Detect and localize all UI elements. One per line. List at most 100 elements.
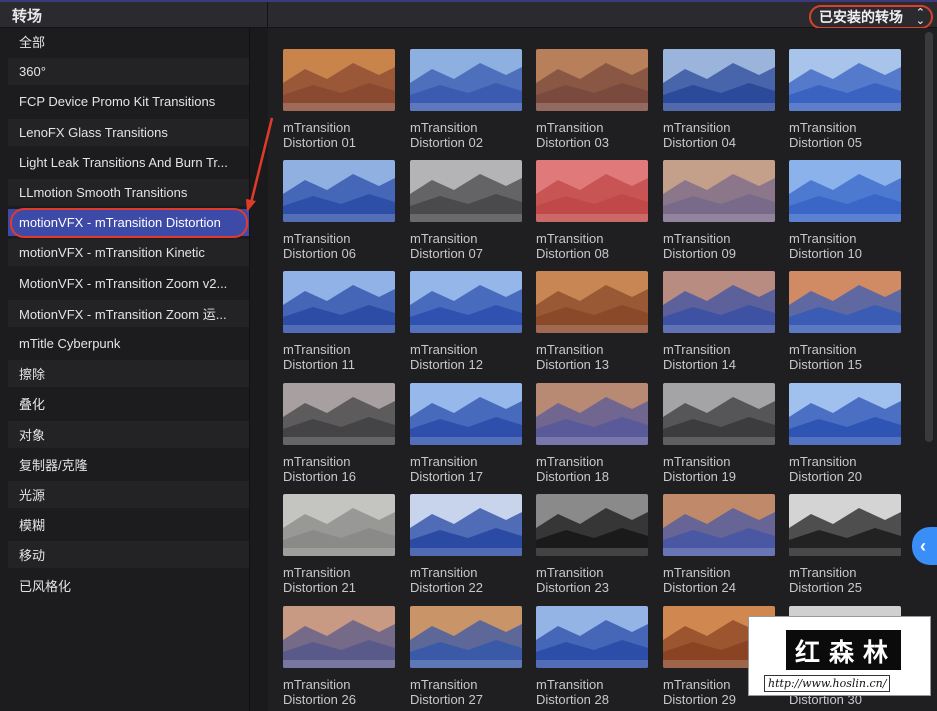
sidebar-item[interactable]: mTitle Cyberpunk <box>8 330 249 357</box>
transition-thumbnail[interactable]: mTransition Distortion 09 <box>663 160 775 261</box>
transition-thumbnail[interactable]: mTransition Distortion 14 <box>663 271 775 372</box>
transition-thumbnail[interactable]: mTransition Distortion 16 <box>283 383 395 484</box>
sidebar-item[interactable]: motionVFX - mTransition Kinetic <box>8 239 249 267</box>
transition-thumbnail[interactable]: mTransition Distortion 20 <box>789 383 901 484</box>
sidebar-item[interactable]: 叠化 <box>8 390 249 417</box>
thumbnail-image <box>410 160 522 222</box>
sidebar-item[interactable]: MotionVFX - mTransition Zoom 运... <box>8 299 249 327</box>
sidebar-item[interactable]: 光源 <box>8 481 249 508</box>
thumbnail-title: mTransition <box>536 120 604 135</box>
thumbnail-title: mTransition <box>410 120 478 135</box>
thumbnail-subtitle: Distortion 27 <box>410 692 483 707</box>
thumbnail-subtitle: Distortion 26 <box>283 692 356 707</box>
transition-thumbnail[interactable]: mTransition Distortion 07 <box>410 160 522 261</box>
thumbnail-image <box>283 49 395 111</box>
thumbnail-image <box>789 49 901 111</box>
sidebar-item[interactable]: 移动 <box>8 541 249 569</box>
thumbnail-subtitle: Distortion 08 <box>536 246 609 261</box>
transition-thumbnail[interactable]: mTransition Distortion 04 <box>663 49 775 150</box>
thumbnail-subtitle: Distortion 21 <box>283 580 356 595</box>
thumbnail-image <box>283 383 395 445</box>
thumbnail-image <box>663 160 775 222</box>
transition-thumbnail[interactable]: mTransition Distortion 12 <box>410 271 522 372</box>
sidebar-item[interactable]: 全部 <box>8 28 249 55</box>
transition-thumbnail[interactable]: mTransition Distortion 13 <box>536 271 648 372</box>
filter-label: 已安装的转场 <box>819 9 903 25</box>
transition-thumbnail[interactable]: mTransition Distortion 19 <box>663 383 775 484</box>
thumbnail-image <box>283 494 395 556</box>
transition-thumbnail[interactable]: mTransition Distortion 05 <box>789 49 901 150</box>
transition-thumbnail[interactable]: mTransition Distortion 25 <box>789 494 901 595</box>
thumbnail-subtitle: Distortion 17 <box>410 469 483 484</box>
thumbnail-title: mTransition <box>283 677 351 692</box>
transition-thumbnail[interactable]: mTransition Distortion 08 <box>536 160 648 261</box>
thumbnail-image <box>283 606 395 668</box>
thumbnail-subtitle: Distortion 18 <box>536 469 609 484</box>
transition-thumbnail[interactable]: mTransition Distortion 03 <box>536 49 648 150</box>
thumbnail-image <box>410 606 522 668</box>
thumbnail-title: mTransition <box>410 677 478 692</box>
thumbnail-title: mTransition <box>789 454 857 469</box>
thumbnail-subtitle: Distortion 19 <box>663 469 736 484</box>
transition-thumbnail[interactable]: mTransition Distortion 10 <box>789 160 901 261</box>
sidebar-item[interactable]: motionVFX - mTransition Distortion <box>8 209 249 237</box>
grid-scrollbar[interactable] <box>925 32 933 442</box>
transition-thumbnail[interactable]: mTransition Distortion 15 <box>789 271 901 372</box>
thumbnail-image <box>536 160 648 222</box>
thumbnail-title: mTransition <box>789 565 857 580</box>
transition-thumbnail[interactable]: mTransition Distortion 22 <box>410 494 522 595</box>
thumbnail-subtitle: Distortion 10 <box>789 246 862 261</box>
thumbnail-title: mTransition <box>283 342 351 357</box>
thumbnail-subtitle: Distortion 28 <box>536 692 609 707</box>
thumbnail-title: mTransition <box>789 120 857 135</box>
thumbnail-subtitle: Distortion 13 <box>536 357 609 372</box>
thumbnail-subtitle: Distortion 07 <box>410 246 483 261</box>
sidebar-item[interactable]: 复制器/克隆 <box>8 451 249 478</box>
thumbnail-title: mTransition <box>789 342 857 357</box>
sidebar-item[interactable]: Light Leak Transitions And Burn Tr... <box>8 149 249 176</box>
header-bar: 转场 已安装的转场 ⌃ ⌄ <box>0 0 937 30</box>
sidebar-item[interactable]: MotionVFX - mTransition Zoom v2... <box>8 270 249 297</box>
transition-thumbnail[interactable]: mTransition Distortion 24 <box>663 494 775 595</box>
thumbnail-subtitle: Distortion 05 <box>789 135 862 150</box>
transition-thumbnail[interactable]: mTransition Distortion 28 <box>536 606 648 707</box>
transition-thumbnail[interactable]: mTransition Distortion 01 <box>283 49 395 150</box>
sidebar-item[interactable]: 对象 <box>8 420 249 448</box>
transition-thumbnail[interactable]: mTransition Distortion 18 <box>536 383 648 484</box>
thumbnail-title: mTransition <box>410 454 478 469</box>
transition-thumbnail[interactable]: mTransition Distortion 23 <box>536 494 648 595</box>
thumbnail-image <box>536 383 648 445</box>
thumbnail-title: mTransition <box>536 342 604 357</box>
thumbnail-subtitle: Distortion 23 <box>536 580 609 595</box>
thumbnail-image <box>536 494 648 556</box>
thumbnail-subtitle: Distortion 22 <box>410 580 483 595</box>
transition-thumbnail[interactable]: mTransition Distortion 17 <box>410 383 522 484</box>
sidebar-item[interactable]: FCP Device Promo Kit Transitions <box>8 88 249 115</box>
transition-thumbnail[interactable]: mTransition Distortion 27 <box>410 606 522 707</box>
thumbnail-image <box>410 49 522 111</box>
sidebar-item[interactable]: 模糊 <box>8 511 249 538</box>
sidebar-item[interactable]: 擦除 <box>8 360 249 388</box>
thumbnail-subtitle: Distortion 14 <box>663 357 736 372</box>
sidebar-item[interactable]: 已风格化 <box>8 572 249 599</box>
installed-transitions-filter[interactable]: 已安装的转场 ⌃ ⌄ <box>809 5 933 29</box>
transition-thumbnail[interactable]: mTransition Distortion 26 <box>283 606 395 707</box>
thumbnail-title: mTransition <box>789 231 857 246</box>
sidebar-item[interactable]: 360° <box>8 58 249 86</box>
thumbnail-image <box>410 494 522 556</box>
sidebar-item[interactable]: LLmotion Smooth Transitions <box>8 179 249 206</box>
transition-thumbnail[interactable]: mTransition Distortion 11 <box>283 271 395 372</box>
thumbnail-title: mTransition <box>536 231 604 246</box>
thumbnail-title: mTransition <box>410 565 478 580</box>
thumbnail-subtitle: Distortion 24 <box>663 580 736 595</box>
thumbnail-title: mTransition <box>536 565 604 580</box>
thumbnail-title: mTransition <box>283 454 351 469</box>
transition-thumbnail[interactable]: mTransition Distortion 06 <box>283 160 395 261</box>
thumbnail-subtitle: Distortion 02 <box>410 135 483 150</box>
transition-thumbnail[interactable]: mTransition Distortion 02 <box>410 49 522 150</box>
thumbnail-image <box>663 383 775 445</box>
transition-thumbnail[interactable]: mTransition Distortion 21 <box>283 494 395 595</box>
sidebar-item[interactable]: LenoFX Glass Transitions <box>8 118 249 146</box>
thumbnail-title: mTransition <box>663 342 731 357</box>
watermark-brand: 红森林 <box>795 638 898 667</box>
